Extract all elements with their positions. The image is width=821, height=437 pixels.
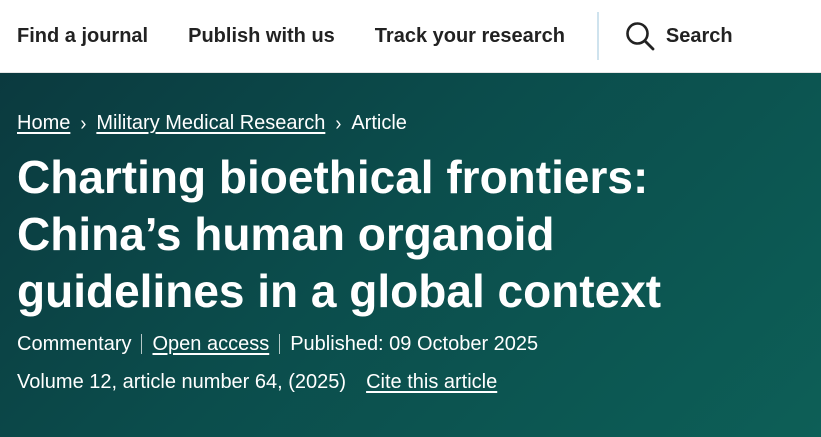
meta-separator: [279, 334, 281, 354]
search-button[interactable]: Search: [625, 21, 733, 51]
article-meta: Commentary Open access Published: 09 Oct…: [17, 330, 804, 358]
nav-publish-with-us[interactable]: Publish with us: [188, 25, 335, 48]
meta-separator: [141, 334, 143, 354]
chevron-right-icon: ›: [80, 111, 87, 135]
chevron-right-icon: ›: [335, 111, 342, 135]
article-type: Commentary: [17, 333, 132, 355]
breadcrumb-home[interactable]: Home: [17, 109, 70, 137]
breadcrumb-journal[interactable]: Military Medical Research: [96, 109, 325, 137]
volume-info: Volume 12, article number 64, (2025): [17, 371, 347, 393]
search-icon: [626, 22, 655, 51]
open-access-link[interactable]: Open access: [152, 330, 269, 358]
breadcrumb-current: Article: [351, 112, 407, 134]
article-citation-info: Volume 12, article number 64, (2025) Cit…: [17, 368, 804, 396]
published-date: Published: 09 October 2025: [290, 333, 539, 355]
search-label: Search: [665, 24, 733, 47]
nav-find-journal[interactable]: Find a journal: [17, 25, 148, 48]
cite-article-link[interactable]: Cite this article: [366, 368, 497, 396]
nav-track-research[interactable]: Track your research: [375, 25, 565, 48]
article-title: Charting bioethical frontiers: China’s h…: [17, 151, 662, 317]
top-navigation: Find a journal Publish with us Track you…: [0, 0, 821, 73]
breadcrumb: Home › Military Medical Research › Artic…: [17, 109, 804, 137]
article-hero: Home › Military Medical Research › Artic…: [0, 73, 821, 437]
nav-divider: [596, 12, 599, 60]
